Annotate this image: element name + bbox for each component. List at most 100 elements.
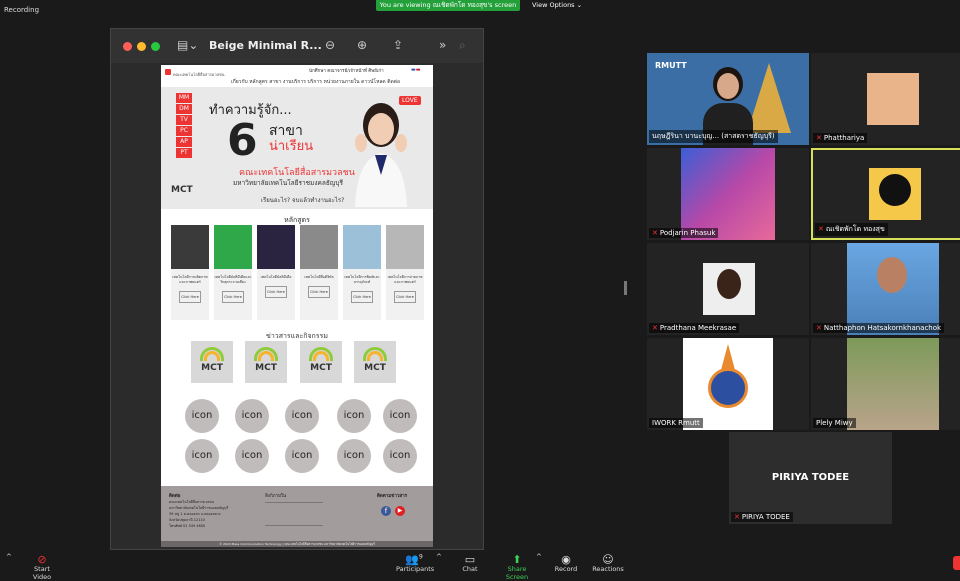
participant-name-text: Phatthariya <box>823 134 865 142</box>
logo-arc <box>367 351 383 361</box>
icon-placeholder[interactable]: icon <box>383 439 417 473</box>
share-screen-label: Share Screen <box>505 565 529 581</box>
active-name-tile[interactable]: PIRIYA TODEE ✕ PIRIYA TODEE <box>729 432 892 524</box>
video-menu-caret[interactable]: ^ <box>6 553 12 561</box>
chat-label: Chat <box>462 565 478 573</box>
course-thumbnail <box>300 225 338 269</box>
record-button[interactable]: ◉ Record <box>552 553 580 573</box>
avatar-hair <box>879 174 911 206</box>
news-card[interactable]: MCT <box>245 341 287 383</box>
icon-placeholder[interactable]: icon <box>337 439 371 473</box>
logo-arc <box>313 351 329 361</box>
news-card[interactable]: MCT <box>354 341 396 383</box>
leave-button[interactable] <box>953 556 960 570</box>
course-title: เทคโนโลยีการพิมพ์และบรรจุภัณฑ์ <box>344 275 380 284</box>
mic-muted-icon: ✕ <box>652 324 658 332</box>
person-face <box>877 257 907 293</box>
course-card[interactable]: เทคโนโลยีมัลติมีเดีย Click Here <box>257 225 295 320</box>
footer-links[interactable] <box>265 502 323 526</box>
icon-placeholder[interactable]: icon <box>337 399 371 433</box>
hero-interesting: น่าเรียน <box>269 139 314 154</box>
participants-button[interactable]: 👥9 Participants <box>396 553 434 573</box>
participant-name: ✕ Pradthana Meekrasae <box>649 323 740 333</box>
course-click-button[interactable]: Click Here <box>222 291 244 303</box>
course-click-button[interactable]: Click Here <box>308 286 330 298</box>
share-screen-icon: ⬆ <box>512 553 522 566</box>
course-card[interactable]: เทคโนโลยีการผลิตภาพและภาพยนตร์ Click Here <box>171 225 209 320</box>
participant-tile[interactable]: IWORK Rmutt <box>647 338 809 430</box>
course-thumbnail <box>257 225 295 269</box>
participant-name: ✕ Phatthariya <box>813 133 868 143</box>
reactions-label: Reactions <box>592 565 624 573</box>
chat-button[interactable]: ▭ Chat <box>456 553 484 573</box>
course-click-button[interactable]: Click Here <box>394 291 416 303</box>
participant-tile[interactable]: ✕ Phatthariya <box>811 53 960 145</box>
split-divider-handle[interactable] <box>624 281 627 295</box>
temple-graphic <box>747 63 791 133</box>
course-click-button[interactable]: Click Here <box>265 286 287 298</box>
facebook-icon[interactable]: f <box>381 506 391 516</box>
participant-tile[interactable]: RMUTT นฤษฎีรินา บานะบุญ... (สาสตราชธัญบุร… <box>647 53 809 145</box>
view-options-button[interactable]: View Options ⌄ <box>532 0 582 11</box>
news-card[interactable]: MCT <box>191 341 233 383</box>
course-click-button[interactable]: Click Here <box>351 291 373 303</box>
active-name: PIRIYA TODEE <box>771 472 850 483</box>
participant-tile[interactable]: ✕ ณเชิดพักโด ทองสุข <box>811 148 960 240</box>
record-label: Record <box>554 565 578 573</box>
news-card[interactable]: MCT <box>300 341 342 383</box>
hero-question: เรียนอะไร? จบแล้วทำงานอะไร? <box>261 197 345 204</box>
top-links[interactable]: นักศึกษา คณาจารย์/เจ้าหน้าที่ ศิษย์เก่า <box>309 67 384 74</box>
news-logo: MCT <box>310 363 332 373</box>
start-video-button[interactable]: ⊘ Start Video <box>24 553 60 581</box>
share-caret[interactable]: ^ <box>536 553 542 561</box>
news-logo: MCT <box>201 363 223 373</box>
course-card[interactable]: เทคโนโลยีการพิมพ์และบรรจุภัณฑ์ Click Here <box>343 225 381 320</box>
zoom-in-icon[interactable]: ⊕ <box>357 38 367 52</box>
participant-name-text: Natthaphon Hatsakornkhanachok <box>823 324 942 332</box>
participant-name: IWORK Rmutt <box>649 418 703 428</box>
icon-placeholder[interactable]: icon <box>185 439 219 473</box>
icon-placeholder[interactable]: icon <box>235 439 269 473</box>
participant-tile[interactable]: ✕ Podjarin Phasuk <box>647 148 809 240</box>
participant-tile[interactable]: ✕ Pradthana Meekrasae <box>647 243 809 335</box>
icon-placeholder[interactable]: icon <box>383 399 417 433</box>
main-nav[interactable]: เกี่ยวกับ หลักสูตร สาขา งานบริการ บริการ… <box>231 78 400 86</box>
site-header: คณะเทคโนโลยีสื่อสารมวลชน นักศึกษา คณาจาร… <box>161 65 433 87</box>
share-icon[interactable]: ⇪ <box>393 38 403 52</box>
zoom-out-icon[interactable]: ⊖ <box>325 38 335 52</box>
icon-placeholder[interactable]: icon <box>285 439 319 473</box>
record-icon: ◉ <box>561 553 571 566</box>
flag-icons[interactable]: ▬▬ <box>411 67 420 73</box>
course-thumbnail <box>386 225 424 269</box>
icon-placeholder[interactable]: icon <box>185 399 219 433</box>
course-card[interactable]: เทคโนโลยีสื่อดิจิทัล Click Here <box>300 225 338 320</box>
course-card[interactable]: เทคโนโลยีมัลติมีเดียและวิทยุกระจายเสียง C… <box>214 225 252 320</box>
course-card[interactable]: เทคโนโลยีการถ่ายภาพและภาพยนตร์ Click Here <box>386 225 424 320</box>
footer-contact: คณะเทคโนโลยีสื่อสารมวลชน มหาวิทยาลัยเทคโ… <box>169 499 228 529</box>
mic-muted-icon: ✕ <box>816 134 822 142</box>
maximize-dot[interactable] <box>151 42 160 51</box>
minimize-dot[interactable] <box>137 42 146 51</box>
participant-tile[interactable]: ✕ Natthaphon Hatsakornkhanachok <box>811 243 960 335</box>
participant-tile[interactable]: Plely Miwy <box>811 338 960 430</box>
tag-dm: DM <box>176 104 192 114</box>
sidebar-icon[interactable]: ▤⌄ <box>177 38 198 52</box>
participants-caret[interactable]: ^ <box>436 553 442 561</box>
close-dot[interactable] <box>123 42 132 51</box>
search-icon[interactable]: ⌕ <box>459 38 466 53</box>
more-icon[interactable]: » <box>439 38 446 52</box>
love-badge: LOVE <box>399 96 421 105</box>
icon-placeholder[interactable]: icon <box>235 399 269 433</box>
participant-photo <box>681 148 775 240</box>
course-title: เทคโนโลยีสื่อดิจิทัล <box>304 275 334 279</box>
share-screen-button[interactable]: ⬆ Share Screen <box>496 553 538 581</box>
news-logo: MCT <box>364 363 386 373</box>
reactions-button[interactable]: ☺ Reactions <box>592 553 624 573</box>
hero-banner[interactable]: MM DM TV PC AP PT ทำความรู้จัก... 6 สาขา… <box>161 87 433 209</box>
youtube-icon[interactable]: ▶ <box>395 506 405 516</box>
course-click-button[interactable]: Click Here <box>179 291 201 303</box>
tag-ap: AP <box>176 137 192 147</box>
course-title: เทคโนโลยีมัลติมีเดียและวิทยุกระจายเสียง <box>214 275 252 284</box>
icon-placeholder[interactable]: icon <box>285 399 319 433</box>
person-hair <box>717 269 741 299</box>
